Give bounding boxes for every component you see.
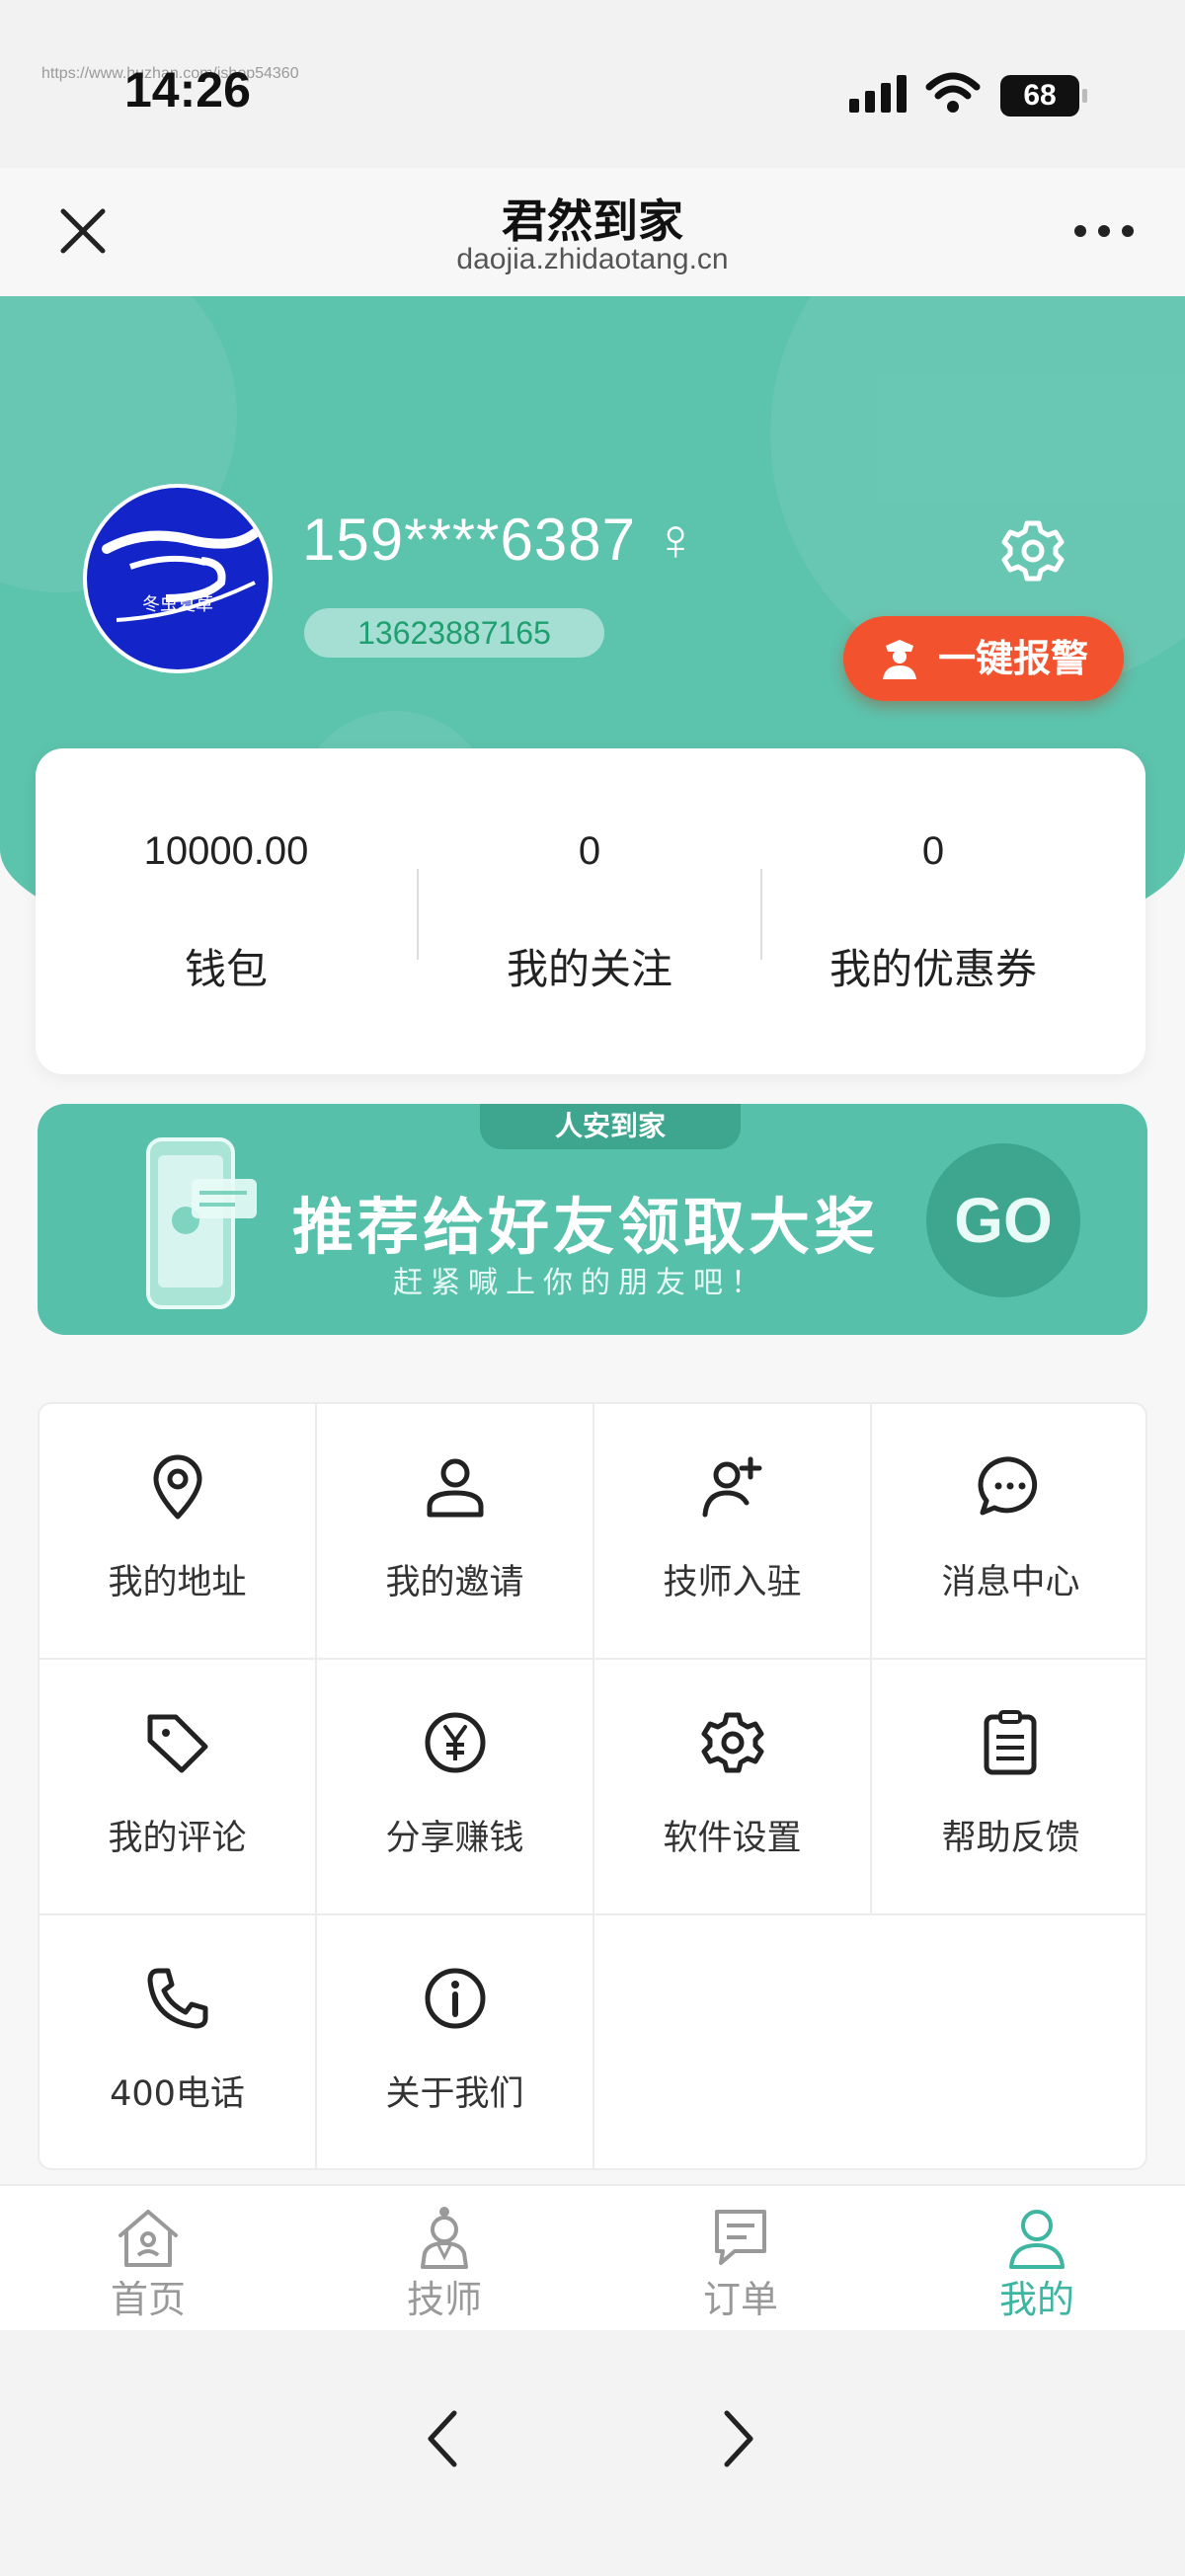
menu-label: 我的地址 [108, 1563, 247, 1602]
menu-label: 我的评论 [108, 1819, 247, 1858]
menu-item-settings[interactable]: 软件设置 [594, 1660, 872, 1915]
menu-item-share-earn[interactable]: 分享赚钱 [317, 1660, 594, 1915]
more-options-icon[interactable] [1074, 219, 1134, 243]
tab-label: 订单 [702, 2278, 778, 2321]
following-label: 我的关注 [506, 945, 672, 993]
wifi-icon [925, 72, 981, 113]
coupons-stat[interactable]: 0 我的优惠券 [762, 748, 1104, 1074]
status-bar: https://www.huzhan.com/ishop54360 14:26 … [0, 0, 1185, 168]
user-icon [427, 1458, 484, 1518]
following-value: 0 [578, 829, 601, 873]
tab-orders[interactable]: 订单 [592, 2186, 889, 2332]
menu-label: 技师入驻 [663, 1563, 802, 1602]
menu-label: 我的邀请 [385, 1563, 524, 1602]
bottom-tab-bar: 首页 技师 订单 我的 [0, 2184, 1185, 2330]
stats-card: 10000.00 钱包 0 我的关注 0 我的优惠券 [36, 748, 1146, 1074]
tab-mine[interactable]: 我的 [889, 2186, 1185, 2332]
clipboard-icon [984, 1710, 1037, 1775]
cellular-signal-icon [849, 75, 907, 113]
coupons-value: 0 [921, 829, 945, 873]
avatar-caption: 冬虫夏草 [142, 594, 213, 615]
menu-label: 关于我们 [385, 2074, 524, 2114]
user-add-icon [702, 1456, 762, 1518]
wallet-value: 10000.00 [143, 829, 309, 873]
back-arrow-icon[interactable] [413, 2399, 472, 2478]
menu-label: 400电话 [110, 2074, 245, 2114]
menu-item-messages[interactable]: 消息中心 [872, 1404, 1146, 1660]
avatar[interactable]: 冬虫夏草 [83, 484, 273, 673]
menu-item-invitation[interactable]: 我的邀请 [317, 1404, 594, 1660]
chat-bubble-icon [978, 1456, 1038, 1516]
banner-subtitle: 赶紧喊上你的朋友吧！ [393, 1266, 768, 1300]
banner-go-button[interactable]: GO [926, 1143, 1080, 1297]
menu-item-technician-join[interactable]: 技师入驻 [594, 1404, 872, 1660]
police-icon [883, 640, 916, 679]
settings-gear-icon[interactable] [999, 517, 1066, 585]
menu-item-reviews[interactable]: 我的评论 [40, 1660, 317, 1915]
page-domain: daojia.zhidaotang.cn [456, 243, 729, 275]
alarm-label: 一键报警 [938, 637, 1089, 680]
gear-icon [701, 1712, 764, 1773]
status-time: 14:26 [124, 62, 251, 117]
menu-label: 消息中心 [941, 1563, 1080, 1602]
forward-arrow-icon[interactable] [709, 2399, 768, 2478]
banner-title: 推荐给好友领取大奖 [292, 1191, 880, 1263]
coupons-label: 我的优惠券 [829, 945, 1037, 993]
menu-item-help-feedback[interactable]: 帮助反馈 [872, 1660, 1146, 1915]
banner-tag: 人安到家 [480, 1104, 741, 1149]
tab-label: 技师 [406, 2278, 482, 2321]
battery-indicator: 68 [1000, 75, 1087, 117]
following-stat[interactable]: 0 我的关注 [419, 748, 760, 1074]
smartphone-illustration-icon [146, 1137, 257, 1309]
menu-label: 分享赚钱 [385, 1819, 524, 1858]
technician-icon [421, 2207, 468, 2269]
wallet-label: 钱包 [184, 945, 268, 993]
page-title: 君然到家 [502, 195, 683, 248]
tab-label: 首页 [110, 2278, 186, 2321]
home-icon [118, 2210, 178, 2267]
referral-banner[interactable]: 人安到家 推荐给好友领取大奖 赶紧喊上你的朋友吧！ GO [38, 1104, 1147, 1335]
emergency-alarm-button[interactable]: 一键报警 [843, 616, 1124, 701]
yen-circle-icon [425, 1712, 486, 1773]
browser-navigation-bar [0, 2330, 1185, 2576]
menu-label: 软件设置 [663, 1819, 802, 1858]
phone-icon [147, 1968, 208, 2029]
menu-item-about-us[interactable]: 关于我们 [317, 1915, 594, 2168]
location-pin-icon [153, 1454, 202, 1520]
wallet-stat[interactable]: 10000.00 钱包 [55, 748, 397, 1074]
function-menu-grid: 我的地址 我的邀请 技师入驻 消息中心 我的评论 分享赚钱 软件设置 帮助反馈 … [38, 1402, 1147, 2170]
masked-phone-number: 159****6387 ♀ [302, 507, 699, 573]
tab-home[interactable]: 首页 [0, 2186, 296, 2332]
tab-label: 我的 [998, 2278, 1074, 2321]
menu-label: 帮助反馈 [941, 1819, 1080, 1858]
avatar-logo-icon [102, 528, 260, 622]
info-circle-icon [425, 1968, 486, 2029]
menu-item-address[interactable]: 我的地址 [40, 1404, 317, 1660]
profile-icon [1009, 2210, 1065, 2269]
menu-item-hotline[interactable]: 400电话 [40, 1915, 317, 2168]
order-icon [715, 2210, 766, 2265]
phone-number-badge: 13623887165 [304, 608, 604, 658]
tag-icon [147, 1714, 208, 1773]
tab-technician[interactable]: 技师 [296, 2186, 592, 2332]
